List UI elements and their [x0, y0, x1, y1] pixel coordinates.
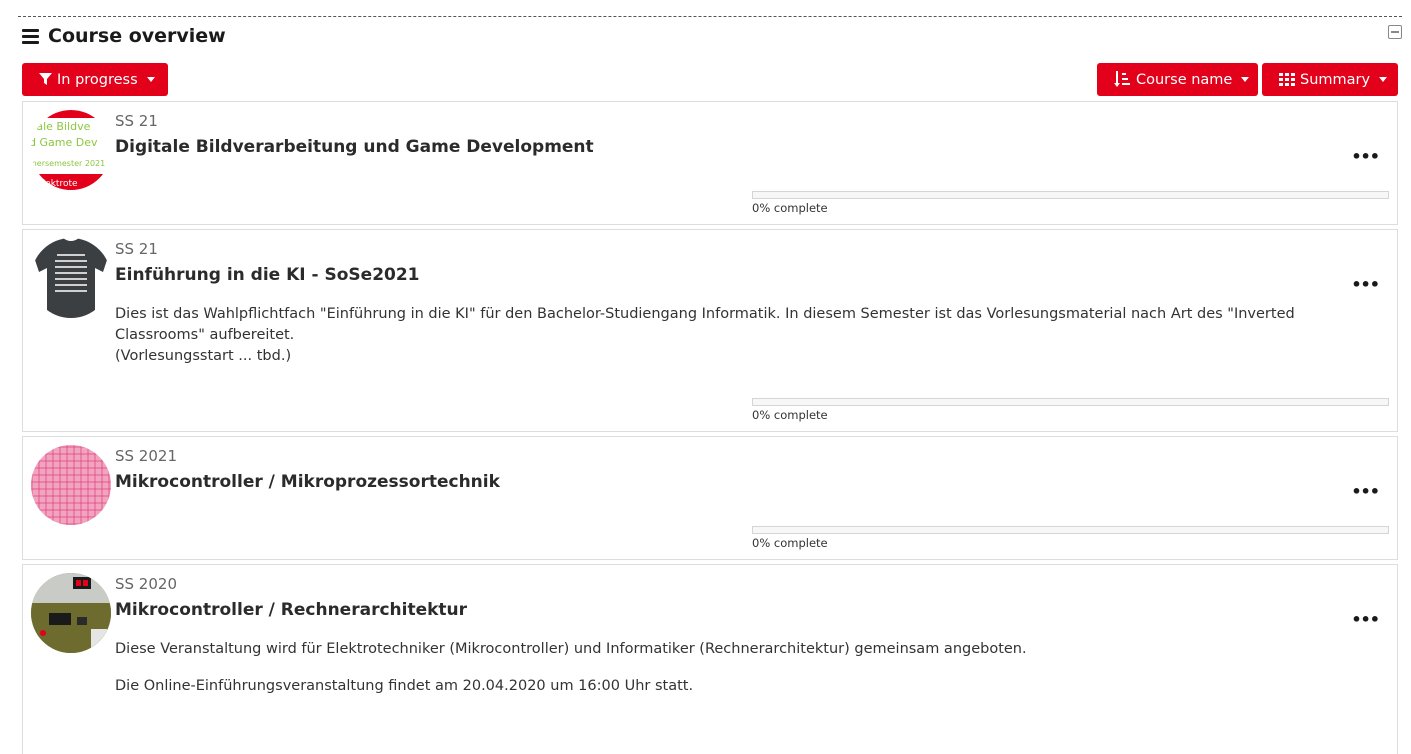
- block-header: Course overview: [18, 17, 1402, 57]
- summary-paragraph: Diese Veranstaltung wird für Elektrotech…: [115, 641, 1027, 657]
- grid-icon: [1279, 73, 1295, 86]
- summary-paragraph: (Vorlesungsstart ... tbd.): [115, 348, 292, 364]
- course-summary: Diese Veranstaltung wird für Elektrotech…: [115, 639, 1375, 713]
- course-name-link[interactable]: Einführung in die KI - SoSe2021: [115, 265, 420, 285]
- course-image[interactable]: [31, 445, 111, 525]
- progress-label: 0% complete: [752, 536, 828, 550]
- ellipsis-icon[interactable]: •••: [1351, 277, 1380, 293]
- course-card[interactable]: SS 2021 Mikrocontroller / Mikroprozessor…: [22, 436, 1398, 560]
- course-overview-block: Course overview In progress Course name: [18, 16, 1402, 754]
- course-name-link[interactable]: Mikrocontroller / Rechnerarchitektur: [115, 600, 467, 620]
- view-button-label: Summary: [1300, 71, 1371, 88]
- sort-alpha-icon: [1114, 71, 1131, 88]
- course-image-text: mersemester 2021: [31, 159, 105, 168]
- caret-down-icon: [1241, 77, 1250, 82]
- summary-paragraph: Die Online-Einführungsveranstaltung find…: [115, 678, 694, 694]
- progress-bar: [752, 191, 1389, 199]
- course-image[interactable]: [31, 238, 111, 318]
- ellipsis-icon[interactable]: •••: [1351, 612, 1380, 628]
- block-title: Course overview: [22, 25, 226, 47]
- course-name-link[interactable]: Digitale Bildverarbeitung und Game Devel…: [115, 137, 594, 157]
- progress-bar: [752, 398, 1389, 406]
- filter-dropdown-button[interactable]: In progress: [22, 63, 168, 96]
- filter-icon: [39, 73, 52, 86]
- course-name-link[interactable]: Mikrocontroller / Mikroprozessortechnik: [115, 472, 500, 492]
- view-dropdown-button[interactable]: Summary: [1262, 63, 1398, 96]
- sort-dropdown-button[interactable]: Course name: [1097, 63, 1258, 96]
- ellipsis-icon[interactable]: •••: [1351, 484, 1380, 500]
- course-image[interactable]: itale Bildve d Game Dev mersemester 2021…: [31, 110, 111, 190]
- course-card[interactable]: SS 21 Einführung in die KI - SoSe2021 ••…: [22, 229, 1398, 432]
- course-category: SS 21: [115, 112, 158, 130]
- course-category: SS 21: [115, 240, 158, 258]
- block-title-text: Course overview: [48, 25, 226, 47]
- course-image-text: d Game Dev: [31, 136, 98, 149]
- course-image[interactable]: [31, 573, 111, 653]
- progress-label: 0% complete: [752, 408, 828, 422]
- progress-bar: [752, 526, 1389, 534]
- course-card[interactable]: SS 2020 Mikrocontroller / Rechnerarchite…: [22, 564, 1398, 754]
- course-image-text: Elektrote: [37, 179, 78, 189]
- course-image-text: itale Bildve: [31, 120, 91, 133]
- progress-label: 0% complete: [752, 201, 828, 215]
- course-card[interactable]: itale Bildve d Game Dev mersemester 2021…: [22, 101, 1398, 225]
- caret-down-icon: [146, 77, 155, 82]
- course-category: SS 2021: [115, 447, 177, 465]
- ellipsis-icon[interactable]: •••: [1351, 149, 1380, 165]
- caret-down-icon: [1379, 77, 1388, 82]
- course-category: SS 2020: [115, 575, 177, 593]
- bars-icon: [22, 28, 39, 44]
- course-summary: Dies ist das Wahlpflichtfach "Einführung…: [115, 304, 1375, 367]
- sort-button-label: Course name: [1136, 71, 1233, 88]
- minimize-icon[interactable]: [1388, 25, 1402, 39]
- summary-paragraph: Dies ist das Wahlpflichtfach "Einführung…: [115, 306, 1295, 343]
- filter-button-label: In progress: [57, 71, 138, 88]
